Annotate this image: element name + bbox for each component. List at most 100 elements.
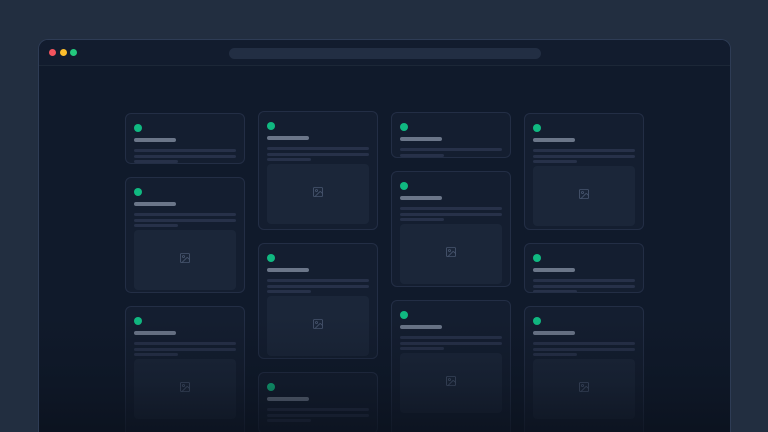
traffic-light-maximize-button[interactable] xyxy=(70,49,77,56)
image-placeholder xyxy=(134,359,236,419)
skeleton-text-line-short xyxy=(134,160,178,163)
skeleton-title xyxy=(533,138,575,142)
post-card[interactable] xyxy=(125,113,245,164)
masonry-column-1 xyxy=(125,113,245,432)
image-placeholder xyxy=(400,224,502,284)
skeleton-text-line xyxy=(533,155,635,158)
browser-window xyxy=(38,39,731,432)
traffic-light-close-button[interactable] xyxy=(49,49,56,56)
skeleton-title xyxy=(400,325,442,329)
status-dot-icon xyxy=(533,317,541,325)
image-icon xyxy=(578,187,590,205)
skeleton-text-line xyxy=(134,219,236,222)
masonry-grid xyxy=(125,111,644,432)
skeleton-title xyxy=(400,137,442,141)
skeleton-text-line-short xyxy=(533,353,577,356)
status-dot-icon xyxy=(267,254,275,262)
post-card[interactable] xyxy=(258,243,378,359)
skeleton-text-line xyxy=(533,342,635,345)
url-bar[interactable] xyxy=(229,48,541,59)
status-dot-icon xyxy=(267,383,275,391)
skeleton-text-line xyxy=(400,207,502,210)
desktop-background xyxy=(0,0,768,432)
post-card[interactable] xyxy=(524,113,644,230)
skeleton-text-line xyxy=(134,348,236,351)
status-dot-icon xyxy=(134,317,142,325)
skeleton-text-line xyxy=(267,147,369,150)
masonry-column-2 xyxy=(258,111,378,432)
status-dot-icon xyxy=(134,188,142,196)
status-dot-icon xyxy=(533,124,541,132)
titlebar xyxy=(39,40,730,66)
traffic-light-minimize-button[interactable] xyxy=(60,49,67,56)
post-card[interactable] xyxy=(125,177,245,293)
post-card[interactable] xyxy=(125,306,245,432)
skeleton-text-line xyxy=(267,279,369,282)
skeleton-title xyxy=(533,331,575,335)
skeleton-text-line-short xyxy=(533,160,577,163)
status-dot-icon xyxy=(400,123,408,131)
image-icon xyxy=(179,380,191,398)
post-card[interactable] xyxy=(524,243,644,293)
skeleton-text-line-short xyxy=(267,419,311,422)
skeleton-text-line-short xyxy=(400,154,444,157)
post-card[interactable] xyxy=(391,300,511,432)
status-dot-icon xyxy=(267,122,275,130)
image-icon xyxy=(578,380,590,398)
skeleton-title xyxy=(267,397,309,401)
image-placeholder xyxy=(400,353,502,413)
skeleton-text-line xyxy=(267,285,369,288)
skeleton-text-line xyxy=(400,336,502,339)
skeleton-text-line-short xyxy=(400,347,444,350)
skeleton-text-line xyxy=(533,149,635,152)
post-card[interactable] xyxy=(258,111,378,230)
content-area xyxy=(39,111,730,432)
traffic-lights xyxy=(49,49,77,56)
skeleton-text-line-short xyxy=(533,290,577,293)
image-icon xyxy=(445,245,457,263)
skeleton-title xyxy=(267,136,309,140)
skeleton-text-line-short xyxy=(267,290,311,293)
skeleton-title xyxy=(267,268,309,272)
skeleton-text-line xyxy=(400,342,502,345)
image-icon xyxy=(312,185,324,203)
skeleton-title xyxy=(134,138,176,142)
skeleton-text-line xyxy=(400,213,502,216)
status-dot-icon xyxy=(400,182,408,190)
post-card[interactable] xyxy=(391,112,511,158)
skeleton-text-line xyxy=(267,414,369,417)
masonry-column-3 xyxy=(391,112,511,432)
image-placeholder xyxy=(134,230,236,290)
image-icon xyxy=(445,374,457,392)
skeleton-title xyxy=(400,196,442,200)
image-placeholder xyxy=(267,296,369,356)
skeleton-text-line-short xyxy=(267,158,311,161)
status-dot-icon xyxy=(400,311,408,319)
skeleton-text-line-short xyxy=(400,218,444,221)
skeleton-text-line xyxy=(134,213,236,216)
skeleton-text-line-short xyxy=(134,224,178,227)
status-dot-icon xyxy=(533,254,541,262)
masonry-column-4 xyxy=(524,113,644,432)
status-dot-icon xyxy=(134,124,142,132)
post-card[interactable] xyxy=(391,171,511,287)
image-icon xyxy=(312,317,324,335)
skeleton-text-line xyxy=(267,153,369,156)
skeleton-text-line xyxy=(134,155,236,158)
image-placeholder xyxy=(533,166,635,226)
skeleton-title xyxy=(533,268,575,272)
skeleton-title xyxy=(134,331,176,335)
image-placeholder xyxy=(267,164,369,224)
skeleton-text-line xyxy=(400,148,502,151)
skeleton-text-line xyxy=(533,279,635,282)
post-card[interactable] xyxy=(258,372,378,432)
skeleton-text-line xyxy=(134,149,236,152)
skeleton-text-line xyxy=(267,408,369,411)
skeleton-title xyxy=(134,202,176,206)
post-card[interactable] xyxy=(524,306,644,432)
skeleton-text-line-short xyxy=(134,353,178,356)
skeleton-text-line xyxy=(134,342,236,345)
skeleton-text-line xyxy=(533,348,635,351)
skeleton-text-line xyxy=(533,285,635,288)
image-icon xyxy=(179,251,191,269)
